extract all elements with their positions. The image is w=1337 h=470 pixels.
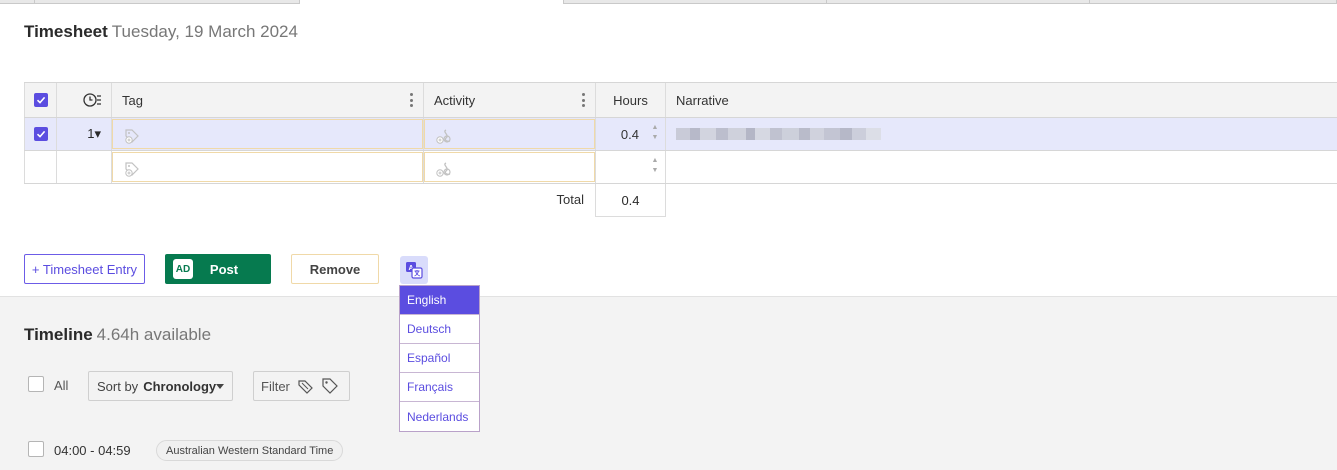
timezone-badge: Australian Western Standard Time — [156, 440, 344, 461]
add-timesheet-entry-button[interactable]: + Timesheet Entry — [24, 254, 145, 284]
ad-badge: AD — [173, 259, 193, 279]
column-header-tag: Tag — [122, 92, 143, 108]
narrative-field[interactable] — [666, 118, 1337, 150]
grid-header-row: Tag Activity Hours Narrative — [24, 82, 1337, 118]
translate-icon: A — [406, 262, 423, 279]
column-header-narrative: Narrative — [676, 92, 729, 108]
chevron-down-icon — [216, 384, 224, 389]
language-option-espanol[interactable]: Español — [400, 344, 479, 373]
language-option-deutsch[interactable]: Deutsch — [400, 315, 479, 344]
timesheet-date: Tuesday, 19 March 2024 — [111, 22, 298, 41]
language-option-english[interactable]: English — [400, 286, 479, 315]
total-label: Total — [556, 192, 584, 207]
select-all-checkbox[interactable] — [24, 83, 57, 117]
activity-field[interactable] — [424, 119, 595, 149]
filter-button[interactable]: Filter — [253, 371, 350, 401]
row-index-dropdown[interactable]: 1▾ — [57, 118, 112, 150]
timeline-entry-checkbox[interactable] — [28, 441, 44, 457]
language-option-nederlands[interactable]: Nederlands — [400, 402, 479, 431]
table-row-new[interactable]: ▲ ▼ — [24, 151, 1337, 184]
activity-field[interactable] — [424, 152, 595, 182]
add-activity-icon — [436, 129, 451, 144]
timeline-title: Timeline 4.64h available — [24, 325, 212, 344]
tag-field[interactable] — [112, 152, 423, 182]
hours-stepper[interactable]: ▲ ▼ — [651, 124, 659, 142]
column-header-activity: Activity — [434, 92, 476, 108]
hours-input[interactable]: ▲ ▼ — [596, 151, 666, 183]
column-header-hours: Hours — [596, 83, 666, 117]
timeline-panel: Timeline 4.64h available All Sort by Chron… — [0, 296, 1337, 470]
add-tag-icon — [125, 129, 139, 144]
page-title: Timesheet Tuesday, 19 March 2024 — [24, 22, 298, 41]
timesheet-panel: Timesheet Tuesday, 19 March 2024 Tag Acti… — [0, 4, 1337, 296]
tag-field[interactable] — [112, 119, 423, 149]
select-all-timeline-checkbox[interactable] — [28, 376, 44, 392]
tag-column-menu-icon[interactable] — [410, 93, 413, 107]
remove-button[interactable]: Remove — [291, 254, 379, 284]
activity-filter-icon — [298, 380, 313, 394]
language-menu: English Deutsch Español Français Nederla… — [399, 285, 480, 432]
tag-filter-icon — [322, 378, 338, 394]
table-row[interactable]: 1▾ 0.4 ▲ ▼ — [24, 118, 1337, 151]
row-checkbox[interactable] — [24, 118, 57, 150]
add-activity-icon — [436, 162, 451, 177]
narrative-field[interactable] — [666, 151, 1337, 183]
hours-stepper[interactable]: ▲ ▼ — [651, 157, 659, 175]
add-tag-icon — [125, 162, 139, 177]
activity-column-menu-icon[interactable] — [582, 93, 585, 107]
all-label: All — [54, 378, 69, 393]
total-hours: 0.4 — [595, 184, 666, 217]
hours-input[interactable]: 0.4 ▲ ▼ — [596, 118, 666, 150]
hours-available: 4.64h available — [96, 325, 212, 344]
post-button[interactable]: AD Post — [165, 254, 271, 284]
timeline-entry-time: 04:00 - 04:59 — [54, 443, 131, 458]
redacted-narrative — [676, 128, 881, 140]
sort-dropdown[interactable]: Sort by Chronology — [88, 371, 233, 401]
language-button[interactable]: A — [400, 256, 428, 284]
clock-list-icon[interactable] — [57, 83, 112, 117]
language-option-francais[interactable]: Français — [400, 373, 479, 402]
